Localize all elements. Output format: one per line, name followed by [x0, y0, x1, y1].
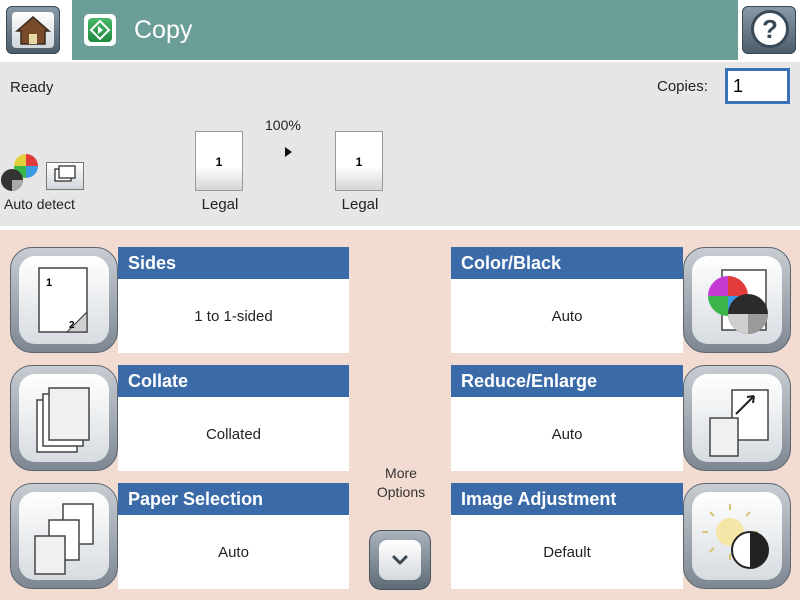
tile-value: Default — [451, 515, 683, 589]
color-mode-icon — [1, 154, 38, 191]
status-panel: Ready Copies: 100% Auto detect 1 Legal 1… — [0, 62, 800, 226]
arrow-right-icon — [285, 147, 292, 157]
original-page-preview: 1 — [195, 131, 243, 191]
tile-title: Reduce/Enlarge — [451, 365, 683, 397]
image-adjustment-icon — [683, 483, 791, 589]
start-copy-icon[interactable] — [84, 14, 116, 46]
output-page-preview: 1 — [335, 131, 383, 191]
zoom-level: 100% — [265, 117, 301, 133]
page-title: Copy — [134, 16, 193, 44]
paper-selection-icon — [10, 483, 118, 589]
original-scan-icon — [46, 162, 84, 190]
help-button[interactable]: ? — [742, 6, 796, 54]
collate-icon — [10, 365, 118, 471]
chevron-down-icon — [379, 540, 421, 580]
tile-value: Auto — [451, 279, 683, 353]
tile-value: Auto — [118, 515, 349, 589]
original-size-label: Legal — [201, 196, 239, 213]
tile-value: 1 to 1-sided — [118, 279, 349, 353]
svg-text:1: 1 — [46, 277, 52, 289]
tile-value: Collated — [118, 397, 349, 471]
title-bar: Copy — [72, 0, 738, 60]
tile-collate[interactable]: Collate Collated — [10, 365, 350, 471]
sides-icon: 1 2 — [10, 247, 118, 353]
output-size-label: Legal — [341, 196, 379, 213]
home-icon — [12, 12, 54, 48]
tile-title: Sides — [118, 247, 349, 279]
svg-text:2: 2 — [69, 320, 75, 331]
tile-title: Color/Black — [451, 247, 683, 279]
tile-sides[interactable]: Sides 1 to 1-sided 1 2 — [10, 247, 350, 353]
tile-value: Auto — [451, 397, 683, 471]
home-button[interactable] — [6, 6, 60, 54]
copies-label: Copies: — [657, 78, 708, 95]
tile-title: Image Adjustment — [451, 483, 683, 515]
tile-title: Paper Selection — [118, 483, 349, 515]
tile-title: Collate — [118, 365, 349, 397]
help-icon: ? — [751, 10, 789, 48]
color-mode-label: Auto detect — [4, 196, 75, 212]
top-bar: Copy ? — [0, 0, 800, 62]
tile-paper-selection[interactable]: Paper Selection Auto — [10, 483, 350, 589]
reduce-enlarge-icon — [683, 365, 791, 471]
tile-color-black[interactable]: Color/Black Auto — [451, 247, 791, 353]
tile-image-adjustment[interactable]: Image Adjustment Default — [451, 483, 791, 589]
copies-input[interactable] — [725, 68, 790, 104]
more-options-label: More Options — [376, 465, 426, 500]
more-options-button[interactable] — [369, 530, 431, 590]
tile-reduce-enlarge[interactable]: Reduce/Enlarge Auto — [451, 365, 791, 471]
color-black-icon — [683, 247, 791, 353]
status-text: Ready — [10, 79, 54, 96]
